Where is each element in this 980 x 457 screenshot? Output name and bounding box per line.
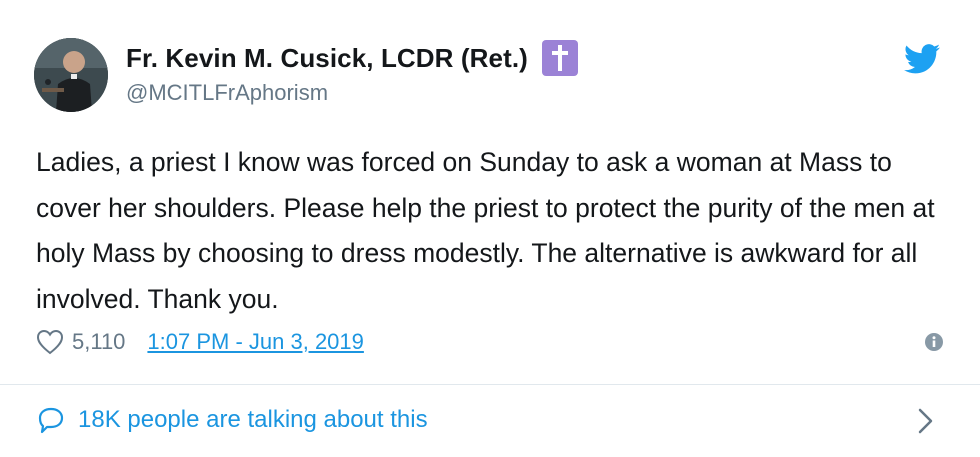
chevron-right-icon[interactable] xyxy=(916,406,936,436)
author-display-name[interactable]: Fr. Kevin M. Cusick, LCDR (Ret.) xyxy=(126,43,528,74)
conversation-label: 18K people are talking about this xyxy=(78,406,428,433)
speech-bubble-icon xyxy=(38,407,64,434)
latin-cross-icon xyxy=(541,40,578,76)
divider xyxy=(0,384,980,385)
heart-outline-icon[interactable] xyxy=(36,329,64,355)
tweet-card: Fr. Kevin M. Cusick, LCDR (Ret.) @MCITLF… xyxy=(0,0,980,457)
conversation-link[interactable]: 18K people are talking about this xyxy=(36,398,944,442)
info-icon[interactable] xyxy=(924,332,944,352)
twitter-bird-icon[interactable] xyxy=(904,44,940,74)
avatar[interactable] xyxy=(34,38,108,112)
author-handle[interactable]: @MCITLFrAphorism xyxy=(126,80,578,106)
like-count: 5,110 xyxy=(72,329,126,354)
tweet-text: Ladies, a priest I know was forced on Su… xyxy=(36,147,935,314)
author-block: Fr. Kevin M. Cusick, LCDR (Ret.) @MCITLF… xyxy=(126,40,578,106)
tweet-meta-row: 5,110 1:07 PM - Jun 3, 2019 xyxy=(36,324,944,360)
tweet-timestamp-link[interactable]: 1:07 PM - Jun 3, 2019 xyxy=(147,329,363,355)
avatar-image xyxy=(34,38,108,112)
author-name-row: Fr. Kevin M. Cusick, LCDR (Ret.) xyxy=(126,40,578,76)
